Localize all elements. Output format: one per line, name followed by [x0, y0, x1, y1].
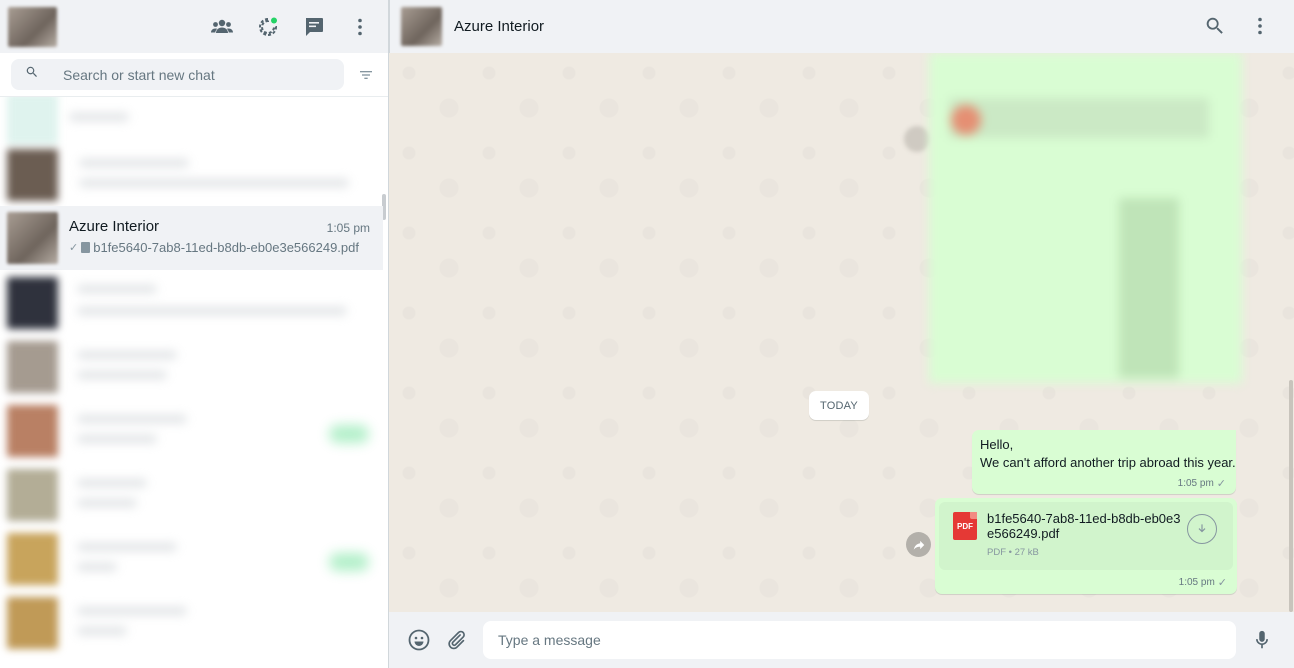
conversation-panel: Azure Interior TODAY Hello, We can't aff… [389, 0, 1294, 668]
message-time: 1:05 pm [1177, 478, 1214, 489]
document-info: PDF • 27 kB [987, 547, 1039, 558]
emoji-icon[interactable] [407, 628, 431, 652]
unread-badge [329, 425, 369, 443]
document-card[interactable]: PDF b1fe5640-7ab8-11ed-b8db-eb0e3e566249… [939, 502, 1233, 570]
list-item[interactable] [0, 527, 383, 591]
sent-tick-icon: ✓ [1216, 478, 1226, 490]
chat-last-message: ✓ b1fe5640-7ab8-11ed-b8db-eb0e3e566249.p… [69, 240, 359, 255]
sent-tick-icon: ✓ [1217, 577, 1227, 589]
unread-badge [329, 553, 369, 571]
avatar [7, 277, 58, 329]
search-icon [25, 65, 39, 84]
menu-icon[interactable] [1248, 14, 1272, 38]
message-text: Hello, [980, 437, 1014, 452]
my-profile-avatar[interactable] [8, 6, 57, 47]
avatar [7, 597, 58, 649]
conversation-header[interactable]: Azure Interior [389, 0, 1294, 53]
avatar [7, 405, 58, 457]
avatar [7, 212, 58, 264]
search-row [0, 53, 388, 97]
forward-icon[interactable] [906, 532, 931, 557]
contact-avatar[interactable] [401, 7, 442, 46]
composer [389, 612, 1294, 668]
sent-tick-icon: ✓ [69, 242, 79, 254]
list-item-azure-interior[interactable]: Azure Interior 1:05 pm ✓ b1fe5640-7ab8-1… [0, 206, 383, 270]
message-text: We can't afford another trip abroad this… [980, 455, 1236, 470]
new-chat-icon[interactable] [302, 15, 326, 39]
list-item[interactable] [0, 143, 383, 207]
conversation-title[interactable]: Azure Interior [454, 18, 544, 35]
chat-list: Azure Interior 1:05 pm ✓ b1fe5640-7ab8-1… [0, 97, 388, 668]
date-divider: TODAY [809, 391, 869, 420]
message-bubble[interactable]: Hello, We can't afford another trip abro… [972, 430, 1236, 494]
communities-icon[interactable] [210, 15, 234, 39]
message-scrollbar[interactable] [1289, 380, 1293, 612]
message-time: 1:05 pm [1178, 577, 1215, 588]
mic-icon[interactable] [1250, 628, 1274, 652]
search-box[interactable] [11, 59, 344, 90]
message-bubble[interactable] [929, 53, 1242, 383]
filter-icon[interactable] [354, 63, 378, 87]
message-input[interactable] [483, 621, 1236, 659]
avatar [7, 341, 58, 393]
document-icon [81, 242, 91, 253]
chat-list-panel: Azure Interior 1:05 pm ✓ b1fe5640-7ab8-1… [0, 0, 389, 668]
avatar [7, 97, 58, 145]
avatar [7, 149, 58, 201]
search-input[interactable] [63, 66, 323, 83]
list-item[interactable] [0, 271, 383, 335]
avatar [7, 533, 58, 585]
list-item[interactable] [0, 463, 383, 527]
list-item[interactable] [0, 335, 383, 399]
forward-icon[interactable] [904, 126, 930, 152]
status-icon[interactable] [256, 15, 280, 39]
message-meta: 1:05 pm ✓ [1179, 576, 1227, 589]
message-area[interactable]: TODAY Hello, We can't afford another tri… [389, 53, 1294, 612]
pdf-icon: PDF [953, 512, 977, 540]
document-message-bubble[interactable]: PDF b1fe5640-7ab8-11ed-b8db-eb0e3e566249… [935, 498, 1237, 594]
download-icon[interactable] [1187, 514, 1217, 544]
last-message-text: b1fe5640-7ab8-11ed-b8db-eb0e3e566249.pdf [93, 240, 359, 255]
sidebar-header [0, 0, 388, 53]
attach-icon[interactable] [444, 628, 468, 652]
avatar [7, 469, 58, 521]
chat-time: 1:05 pm [326, 221, 370, 235]
chat-name: Azure Interior [69, 218, 160, 235]
message-meta: 1:05 pm ✓ [1178, 477, 1226, 490]
document-name: b1fe5640-7ab8-11ed-b8db-eb0e3e566249.pdf [987, 511, 1181, 541]
search-icon[interactable] [1203, 14, 1227, 38]
list-item[interactable] [0, 399, 383, 463]
menu-icon[interactable] [348, 15, 372, 39]
list-item[interactable] [0, 591, 383, 655]
